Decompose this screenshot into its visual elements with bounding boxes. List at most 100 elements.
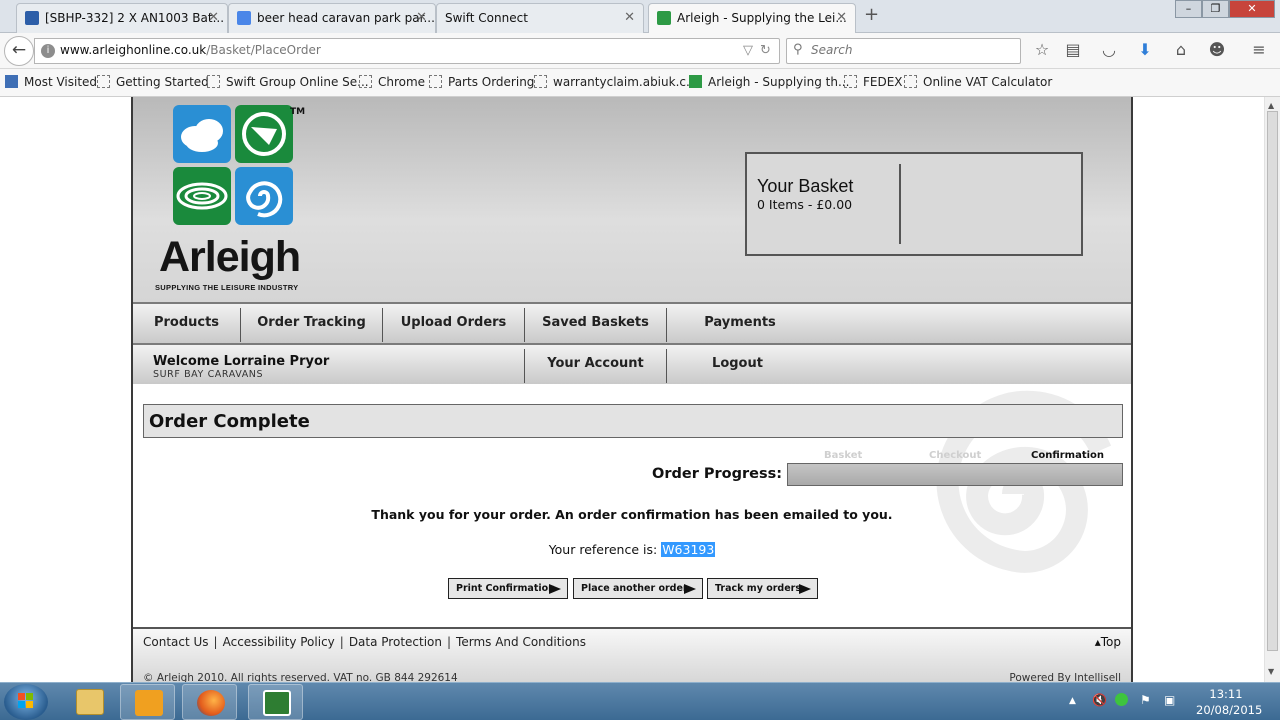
powered-by-text[interactable]: Powered By Intellisell (1009, 672, 1121, 682)
footer-separator: | (339, 635, 344, 649)
bookmark-item[interactable]: FEDEX (844, 75, 903, 89)
bookmark-item[interactable]: Online VAT Calculator (904, 75, 1052, 89)
tab-beer-head[interactable]: beer head caravan park par... ✕ (228, 3, 436, 33)
company-name: SURF BAY CARAVANS (153, 369, 264, 380)
basket-summary[interactable]: Your Basket 0 Items - £0.00 (745, 152, 1083, 256)
taskbar-sage[interactable] (248, 684, 303, 720)
close-tab-icon[interactable]: ✕ (416, 4, 427, 32)
restore-button[interactable]: ❐ (1202, 0, 1229, 18)
track-my-orders-button[interactable]: Track my orders (707, 578, 818, 599)
page-icon (844, 75, 857, 88)
pocket-icon[interactable]: ◡ (1098, 40, 1120, 59)
nav-saved-baskets[interactable]: Saved Baskets (525, 304, 666, 343)
bookmark-item[interactable]: Arleigh - Supplying th... (689, 75, 849, 89)
taskbar-explorer[interactable] (62, 684, 117, 720)
nav-products[interactable]: Products (133, 304, 240, 343)
page-viewport: TM Arleigh SUPPLYING THE LEISURE INDUSTR… (0, 97, 1264, 682)
home-icon[interactable]: ⌂ (1170, 40, 1192, 59)
bookmark-item[interactable]: Getting Started (97, 75, 209, 89)
reference-value[interactable]: W63193 (661, 542, 716, 557)
volume-muted-icon[interactable]: 🔇 (1092, 693, 1107, 707)
bookmark-star-icon[interactable]: ☆ (1031, 40, 1053, 59)
start-button[interactable] (4, 684, 48, 720)
bookmark-item[interactable]: Most Visited (5, 75, 97, 89)
rings-icon (173, 167, 231, 225)
scroll-up-icon[interactable]: ▲ (1268, 101, 1274, 110)
status-green-icon[interactable] (1115, 693, 1128, 706)
close-tab-icon[interactable]: ✕ (836, 4, 847, 32)
order-reference: Your reference is: W63193 (133, 542, 1131, 557)
tab-swift-connect[interactable]: Swift Connect ✕ (436, 3, 644, 33)
page-icon (429, 75, 442, 88)
bookmark-item[interactable]: Parts Ordering (429, 75, 534, 89)
footer-link-accessibility[interactable]: Accessibility Policy (223, 635, 335, 649)
reading-list-icon[interactable]: ▤ (1062, 40, 1084, 59)
tab-arleigh[interactable]: Arleigh - Supplying the Lei... ✕ (648, 3, 856, 34)
nav-upload-orders[interactable]: Upload Orders (383, 304, 524, 343)
nav-your-account[interactable]: Your Account (525, 345, 666, 384)
system-clock[interactable]: 13:11 20/08/2015 (1196, 686, 1262, 718)
bookmark-item[interactable]: Swift Group Online Se... (207, 75, 369, 89)
site-info-icon[interactable]: i (41, 44, 55, 58)
progress-step-checkout: Checkout (929, 450, 982, 461)
outlook-icon (135, 690, 163, 716)
scrollbar-thumb[interactable] (1267, 111, 1278, 651)
taskbar-outlook[interactable] (120, 684, 175, 720)
flag-icon[interactable]: ⚑ (1140, 693, 1151, 707)
site-footer: Contact Us | Accessibility Policy | Data Pro… (133, 627, 1131, 682)
show-hidden-icons[interactable]: ▲ (1069, 696, 1076, 706)
page-scrollbar[interactable]: ▲ ▼ (1264, 97, 1280, 682)
user-menu: Welcome Lorraine Pryor SURF BAY CARAVANS… (133, 343, 1131, 384)
print-confirmation-button[interactable]: Print Confirmation (448, 578, 568, 599)
menu-icon[interactable]: ≡ (1248, 40, 1270, 59)
nav-logout[interactable]: Logout (667, 345, 808, 384)
arleigh-logo[interactable]: TM Arleigh SUPPLYING THE LEISURE INDUSTR… (155, 105, 319, 295)
downloads-icon[interactable]: ⬇ (1134, 40, 1156, 59)
bookmark-label: FEDEX (863, 75, 903, 89)
bookmark-label: Online VAT Calculator (923, 75, 1053, 89)
url-text[interactable]: www.arleighonline.co.uk/Basket/PlaceOrde… (60, 43, 321, 57)
history-dropdown-icon[interactable]: ▽ (743, 43, 753, 58)
bookmark-item[interactable]: warrantyclaim.abiuk.c... (534, 75, 697, 89)
taskbar-firefox[interactable] (182, 684, 237, 720)
tab-title: Arleigh - Supplying the Lei... (677, 11, 847, 25)
search-input[interactable] (811, 43, 1011, 57)
footer-links: Contact Us | Accessibility Policy | Data Pro… (143, 635, 586, 649)
footer-link-terms[interactable]: Terms And Conditions (456, 635, 586, 649)
close-window-button[interactable]: ✕ (1229, 0, 1275, 18)
search-icon: ⚲ (793, 42, 803, 57)
windows-taskbar: ▲ 🔇 ⚑ ▣ 13:11 20/08/2015 (0, 682, 1280, 720)
bookmark-item[interactable]: Chrome (359, 75, 425, 89)
nav-order-tracking[interactable]: Order Tracking (241, 304, 382, 343)
place-another-order-button[interactable]: Place another order (573, 578, 703, 599)
arleigh-favicon-icon (689, 75, 702, 88)
tab-sbhp[interactable]: [SBHP-332] 2 X AN1003 Bat... ✕ (16, 3, 228, 33)
minimize-button[interactable]: – (1175, 0, 1202, 18)
back-arrow-icon[interactable]: ← (4, 36, 34, 66)
address-bar[interactable]: i www.arleighonline.co.uk/Basket/PlaceOr… (34, 38, 780, 64)
reload-icon[interactable]: ↻ (760, 43, 771, 58)
swirl-icon (235, 167, 293, 225)
trademark-mark: TM (290, 107, 306, 117)
search-box[interactable]: ⚲ (786, 38, 1021, 64)
nav-payments[interactable]: Payments (667, 304, 813, 343)
bookmark-label: warrantyclaim.abiuk.c... (553, 75, 698, 89)
page-icon (534, 75, 547, 88)
arleigh-favicon-icon (657, 11, 671, 25)
network-icon[interactable]: ▣ (1164, 693, 1175, 707)
footer-link-data-protection[interactable]: Data Protection (349, 635, 442, 649)
browser-toolbar: ← i www.arleighonline.co.uk/Basket/Place… (0, 33, 1280, 69)
close-tab-icon[interactable]: ✕ (208, 4, 219, 32)
site-container: TM Arleigh SUPPLYING THE LEISURE INDUSTR… (131, 97, 1133, 682)
chat-icon[interactable]: ☻ (1206, 40, 1228, 59)
order-progress-label: Order Progress: (652, 466, 783, 482)
sage-icon (263, 690, 291, 716)
new-tab-button[interactable]: + (864, 4, 879, 25)
button-label: Track my orders (715, 583, 801, 594)
tab-title: Swift Connect (445, 11, 528, 25)
footer-link-contact[interactable]: Contact Us (143, 635, 209, 649)
basket-divider (899, 164, 901, 244)
scroll-down-icon[interactable]: ▼ (1268, 667, 1274, 676)
back-to-top-link[interactable]: ▴Top (1095, 635, 1121, 649)
close-tab-icon[interactable]: ✕ (624, 4, 635, 32)
